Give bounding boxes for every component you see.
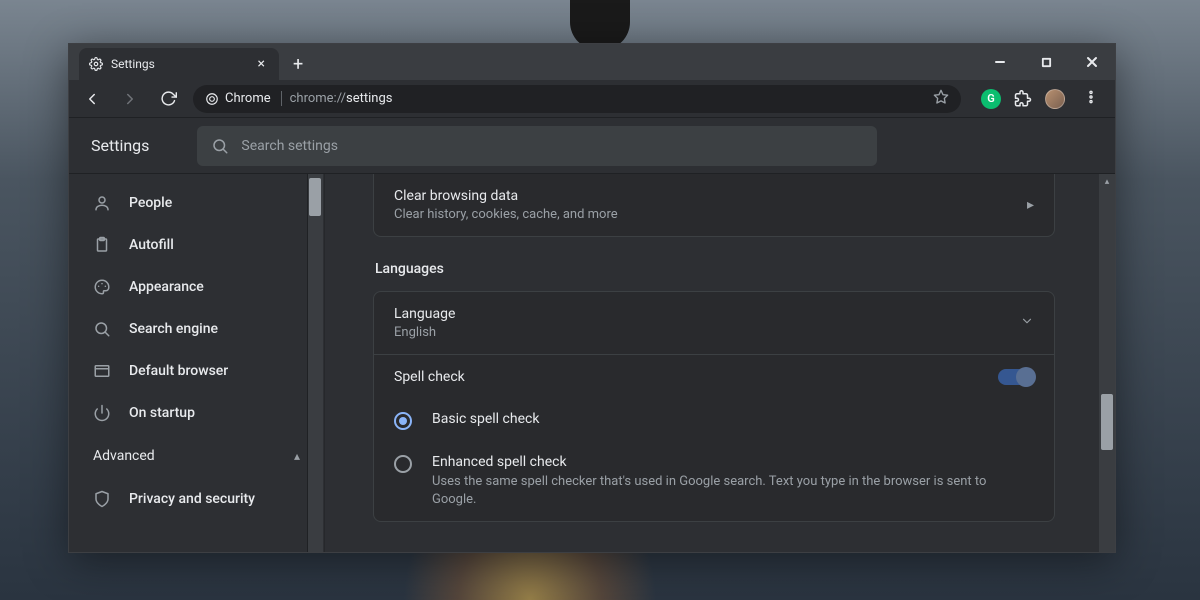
nav-reload-button[interactable] bbox=[155, 86, 181, 112]
address-bar: Chrome chrome://settings G bbox=[69, 80, 1115, 118]
sidebar-item-autofill[interactable]: Autofill bbox=[69, 224, 324, 266]
search-icon bbox=[93, 320, 111, 338]
search-placeholder: Search settings bbox=[241, 138, 338, 154]
sidebar-item-label: Autofill bbox=[129, 237, 174, 253]
language-title: Language bbox=[394, 306, 455, 322]
row-clear-browsing-data[interactable]: Clear browsing data Clear history, cooki… bbox=[374, 174, 1054, 236]
extension-icons: G bbox=[973, 89, 1105, 109]
sidebar-section-label: Advanced bbox=[93, 448, 155, 464]
row-language[interactable]: Language English bbox=[374, 292, 1054, 354]
chrome-icon bbox=[205, 92, 219, 106]
sidebar-scrollbar[interactable] bbox=[307, 174, 323, 552]
sidebar-item-appearance[interactable]: Appearance bbox=[69, 266, 324, 308]
sidebar-item-default-browser[interactable]: Default browser bbox=[69, 350, 324, 392]
sidebar-item-on-startup[interactable]: On startup bbox=[69, 392, 324, 434]
profile-avatar-button[interactable] bbox=[1045, 89, 1065, 109]
basic-spell-check-label: Basic spell check bbox=[432, 411, 539, 427]
chrome-menu-button[interactable] bbox=[1077, 89, 1105, 109]
url-origin-chip: Chrome bbox=[205, 91, 282, 106]
sidebar-item-label: Appearance bbox=[129, 279, 204, 295]
main-scrollbar-thumb[interactable] bbox=[1101, 394, 1113, 450]
bookmark-star-button[interactable] bbox=[933, 89, 949, 109]
gear-icon bbox=[89, 57, 103, 71]
card-clear-browsing-data: Clear browsing data Clear history, cooki… bbox=[373, 174, 1055, 237]
radio-enhanced-spell-check[interactable] bbox=[394, 455, 412, 473]
nav-back-button[interactable] bbox=[79, 86, 105, 112]
sidebar-item-label: Default browser bbox=[129, 363, 228, 379]
settings-sidebar: People Autofill Appearance Search engine… bbox=[69, 174, 325, 552]
browser-icon bbox=[93, 362, 111, 380]
settings-title: Settings bbox=[91, 136, 149, 155]
window-controls bbox=[977, 44, 1115, 80]
url-text: chrome://settings bbox=[290, 91, 393, 106]
sidebar-item-label: On startup bbox=[129, 405, 195, 421]
section-heading-languages: Languages bbox=[375, 261, 1055, 277]
extensions-button[interactable] bbox=[1013, 89, 1033, 109]
sidebar-scrollbar-thumb[interactable] bbox=[309, 178, 321, 216]
enhanced-spell-check-sub: Uses the same spell checker that's used … bbox=[432, 473, 1034, 509]
cbd-subtitle: Clear history, cookies, cache, and more bbox=[394, 207, 618, 222]
window-close-button[interactable] bbox=[1069, 44, 1115, 80]
new-tab-button[interactable]: + bbox=[279, 48, 317, 80]
clipboard-icon bbox=[93, 236, 111, 254]
window-minimize-button[interactable] bbox=[977, 44, 1023, 80]
settings-search-input[interactable]: Search settings bbox=[197, 126, 877, 166]
tab-close-button[interactable]: × bbox=[254, 54, 269, 74]
nav-forward-button[interactable] bbox=[117, 86, 143, 112]
enhanced-spell-check-label: Enhanced spell check bbox=[432, 454, 1034, 470]
chevron-up-icon: ▴ bbox=[294, 449, 300, 463]
settings-header: Settings Search settings bbox=[69, 118, 1115, 174]
sidebar-section-advanced[interactable]: Advanced ▴ bbox=[69, 434, 324, 478]
chrome-window: Settings × + Chrome chrome://settings G bbox=[68, 43, 1116, 553]
window-maximize-button[interactable] bbox=[1023, 44, 1069, 80]
extension-grammarly-icon[interactable]: G bbox=[981, 89, 1001, 109]
sidebar-item-label: People bbox=[129, 195, 172, 211]
sidebar-item-people[interactable]: People bbox=[69, 182, 324, 224]
palette-icon bbox=[93, 278, 111, 296]
tab-title: Settings bbox=[111, 57, 246, 71]
url-chip-label: Chrome bbox=[225, 91, 271, 106]
omnibox[interactable]: Chrome chrome://settings bbox=[193, 85, 961, 113]
language-value: English bbox=[394, 325, 455, 340]
spell-check-label: Spell check bbox=[394, 369, 465, 385]
sidebar-item-privacy-security[interactable]: Privacy and security bbox=[69, 478, 324, 520]
main-scrollbar[interactable]: ▴ bbox=[1099, 174, 1115, 552]
search-icon bbox=[211, 137, 229, 155]
browser-tab-settings[interactable]: Settings × bbox=[79, 48, 279, 80]
settings-body: People Autofill Appearance Search engine… bbox=[69, 174, 1115, 552]
row-basic-spell-check[interactable]: Basic spell check bbox=[374, 399, 1054, 442]
sidebar-item-search-engine[interactable]: Search engine bbox=[69, 308, 324, 350]
shield-icon bbox=[93, 490, 111, 508]
person-icon bbox=[93, 194, 111, 212]
row-enhanced-spell-check[interactable]: Enhanced spell check Uses the same spell… bbox=[374, 442, 1054, 521]
sidebar-item-label: Privacy and security bbox=[129, 491, 255, 507]
card-languages: Language English Spell check Basic spell… bbox=[373, 291, 1055, 522]
spell-check-toggle[interactable] bbox=[998, 369, 1034, 385]
row-spell-check: Spell check bbox=[374, 354, 1054, 399]
titlebar: Settings × + bbox=[69, 44, 1115, 80]
chevron-down-icon bbox=[1020, 314, 1034, 332]
chevron-right-icon: ▸ bbox=[1027, 197, 1034, 213]
settings-main: Clear browsing data Clear history, cooki… bbox=[325, 174, 1115, 552]
scrollbar-up-arrow[interactable]: ▴ bbox=[1099, 174, 1115, 190]
sidebar-item-label: Search engine bbox=[129, 321, 218, 337]
cbd-title: Clear browsing data bbox=[394, 188, 618, 204]
power-icon bbox=[93, 404, 111, 422]
radio-basic-spell-check[interactable] bbox=[394, 412, 412, 430]
